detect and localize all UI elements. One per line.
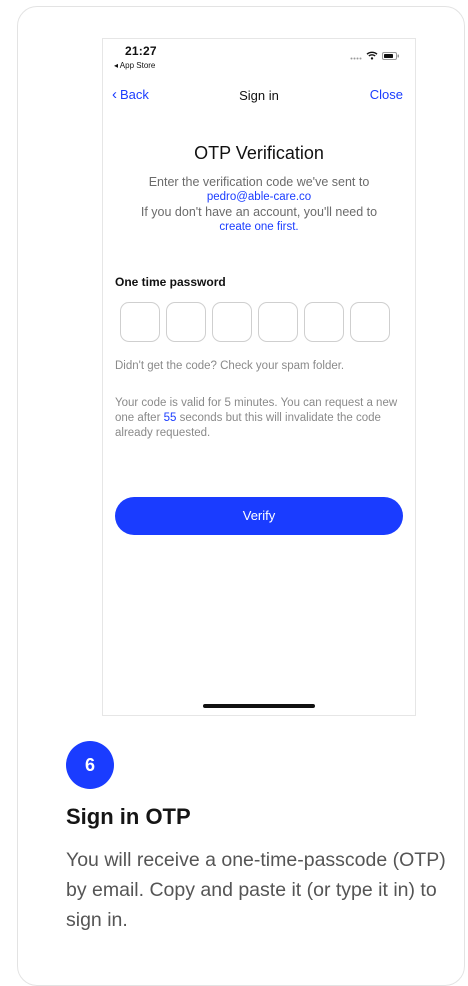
step-title: Sign in OTP: [66, 804, 191, 829]
verify-button[interactable]: Verify: [115, 497, 403, 535]
home-indicator: [203, 704, 315, 708]
otp-field-label: One time password: [115, 275, 226, 289]
otp-digit-input[interactable]: [258, 302, 298, 342]
otp-instructions: Enter the verification code we've sent t…: [113, 175, 405, 235]
otp-heading: OTP Verification: [194, 143, 324, 163]
status-icons: [350, 47, 400, 65]
validity-notice: Your code is valid for 5 minutes. You ca…: [115, 396, 407, 441]
page-title: Sign in: [239, 88, 279, 103]
instruction-line-1: Enter the verification code we've sent t…: [148, 175, 370, 189]
step-description: You will receive a one-time-passcode (OT…: [66, 849, 446, 931]
step-number-badge: 6: [66, 741, 114, 789]
countdown-seconds: 55: [163, 412, 177, 424]
status-time: 21:27: [125, 44, 157, 58]
otp-digit-input[interactable]: [120, 302, 160, 342]
otp-digit-input[interactable]: [212, 302, 252, 342]
wifi-icon: [366, 47, 378, 65]
spam-hint: Didn't get the code? Check your spam fol…: [115, 360, 345, 372]
app-store-back-link[interactable]: ◂ App Store: [114, 61, 155, 70]
close-button[interactable]: Close: [370, 87, 403, 102]
create-account-link[interactable]: create one first.: [113, 220, 405, 235]
signal-icon: [350, 47, 362, 65]
phone-screenshot: 21:27 ◂ App Store ‹ Back Sign in Close O…: [102, 38, 416, 716]
step-card: 21:27 ◂ App Store ‹ Back Sign in Close O…: [17, 6, 465, 986]
email-address: pedro@able-care.co: [206, 191, 312, 203]
otp-digit-input[interactable]: [166, 302, 206, 342]
otp-digit-input[interactable]: [304, 302, 344, 342]
battery-icon: [382, 47, 400, 65]
otp-digit-input[interactable]: [350, 302, 390, 342]
otp-input-group: [120, 302, 390, 342]
instruction-line-2: If you don't have an account, you'll nee…: [140, 205, 378, 219]
